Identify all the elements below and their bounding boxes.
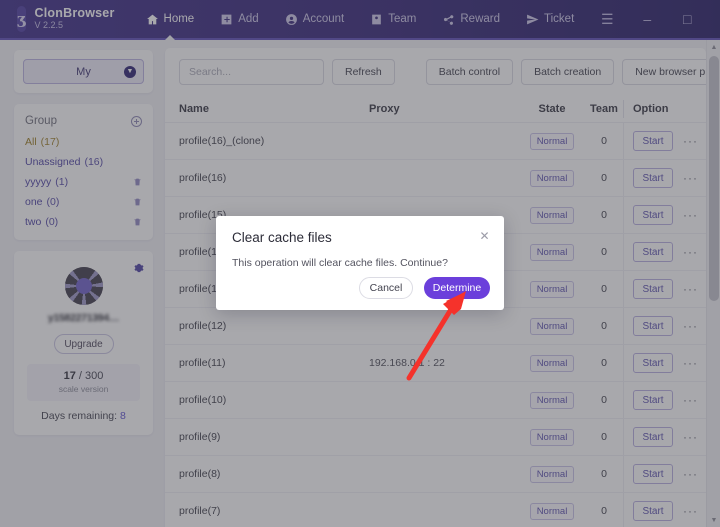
determine-button[interactable]: Determine [424, 277, 490, 299]
dialog-message: This operation will clear cache files. C… [232, 257, 448, 269]
dialog-actions: Cancel Determine [359, 277, 490, 299]
app-window: ʒ ClonBrowser V 2.2.5 Home Add Account T… [0, 0, 720, 527]
close-icon[interactable]: ✕ [478, 230, 491, 243]
clear-cache-dialog: Clear cache files ✕ This operation will … [216, 216, 504, 310]
cancel-button[interactable]: Cancel [359, 277, 413, 299]
dialog-title: Clear cache files [232, 230, 332, 245]
